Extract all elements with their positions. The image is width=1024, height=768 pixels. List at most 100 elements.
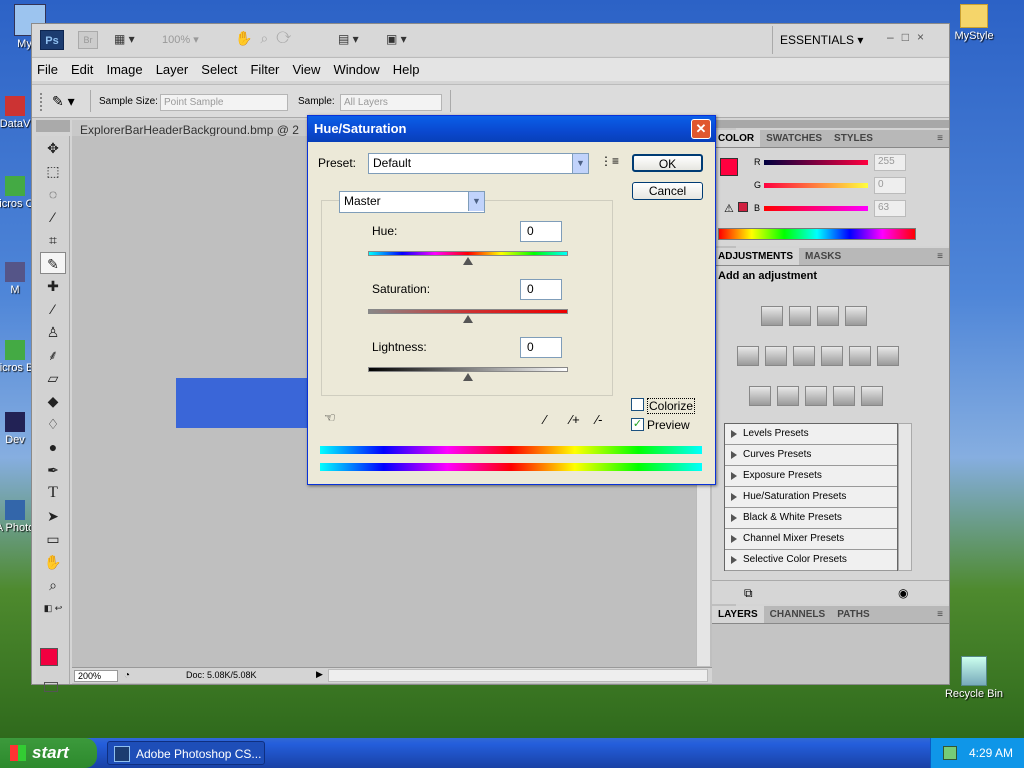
zoom-tool-icon[interactable]: ⌕ (40, 574, 66, 596)
path-select-tool-icon[interactable]: ➤ (40, 505, 66, 527)
saturation-slider-thumb[interactable] (463, 315, 473, 323)
panel-menu-icon[interactable]: ≡ (931, 248, 949, 265)
brush-tool-icon[interactable]: ⁄ (40, 298, 66, 320)
lasso-tool-icon[interactable]: ◌ (40, 183, 66, 205)
bridge-icon[interactable]: Br (78, 31, 98, 49)
menu-filter[interactable]: Filter (245, 58, 284, 81)
window-controls[interactable]: –□× (887, 30, 932, 44)
preview-label[interactable]: Preview (647, 418, 690, 432)
healing-brush-tool-icon[interactable]: ✚ (40, 275, 66, 297)
menu-edit[interactable]: Edit (66, 58, 98, 81)
sample-select[interactable]: All Layers (340, 94, 442, 111)
levels-icon[interactable] (789, 306, 811, 326)
menu-help[interactable]: Help (388, 58, 425, 81)
status-zoom[interactable]: 200% (74, 670, 118, 682)
lightness-slider[interactable] (368, 367, 568, 372)
desktop-icon-recycle-bin[interactable]: Recycle Bin (940, 656, 1008, 700)
black-white-icon[interactable] (821, 346, 843, 366)
vibrance-icon[interactable] (737, 346, 759, 366)
sample-size-select[interactable]: Point Sample (160, 94, 288, 111)
eyedropper-subtract-icon[interactable]: ⁄- (596, 412, 603, 427)
preset-hue-saturation[interactable]: Hue/Saturation Presets (725, 487, 897, 508)
preset-black-white[interactable]: Black & White Presets (725, 508, 897, 529)
taskbar-item-photoshop[interactable]: Adobe Photoshop CS... (107, 741, 265, 765)
colorize-label[interactable]: Colorize (647, 398, 696, 414)
color-ramp[interactable] (718, 228, 916, 240)
preset-options-icon[interactable]: ⋮≡ (600, 154, 619, 168)
ok-button[interactable]: OK (632, 154, 703, 172)
edit-range-select[interactable]: Master ▼ (339, 191, 485, 213)
channel-r-slider[interactable] (764, 160, 868, 165)
network-icon[interactable] (943, 746, 957, 760)
pen-tool-icon[interactable]: ✒ (40, 459, 66, 481)
presets-scrollbar[interactable] (898, 423, 912, 571)
hue-field[interactable]: 0 (520, 221, 562, 242)
cancel-button[interactable]: Cancel (632, 182, 703, 200)
channel-g-field[interactable]: 0 (874, 177, 906, 194)
clip-to-layer-icon[interactable]: ⧉ (744, 586, 753, 601)
dodge-tool-icon[interactable]: ● (40, 436, 66, 458)
zoom-level-field[interactable]: 100% ▾ (162, 33, 199, 46)
maximize-icon[interactable]: □ (902, 30, 917, 44)
arrange-documents-icon[interactable]: ▤ ▾ (338, 32, 359, 46)
menu-select[interactable]: Select (196, 58, 242, 81)
status-arrow-icon[interactable]: ▶ (316, 669, 323, 680)
dialog-close-button[interactable]: ✕ (691, 119, 711, 139)
preset-exposure[interactable]: Exposure Presets (725, 466, 897, 487)
tab-adjustments[interactable]: ADJUSTMENTS (712, 248, 800, 265)
gradient-map-icon[interactable] (833, 386, 855, 406)
paint-bucket-tool-icon[interactable]: ◆ (40, 390, 66, 412)
preset-channel-mixer[interactable]: Channel Mixer Presets (725, 529, 897, 550)
screen-mode-icon[interactable]: ▣ ▾ (386, 32, 407, 46)
menu-view[interactable]: View (287, 58, 325, 81)
channel-mixer-icon[interactable] (877, 346, 899, 366)
selective-color-icon[interactable] (861, 386, 883, 406)
eyedropper-preset-icon[interactable]: ✎ ▾ (52, 93, 75, 110)
eyedropper-add-icon[interactable]: ⁄+ (570, 412, 580, 427)
close-icon[interactable]: × (917, 30, 932, 44)
horizontal-scrollbar[interactable] (328, 669, 708, 682)
minimize-icon[interactable]: – (887, 30, 902, 44)
posterize-icon[interactable] (777, 386, 799, 406)
channel-b-field[interactable]: 63 (874, 200, 906, 217)
brightness-contrast-icon[interactable] (761, 306, 783, 326)
channel-b-slider[interactable] (764, 206, 868, 211)
tab-styles[interactable]: STYLES (828, 130, 879, 147)
quick-mask-icon[interactable] (44, 682, 58, 692)
curves-icon[interactable] (817, 306, 839, 326)
blur-tool-icon[interactable]: ♢ (40, 413, 66, 435)
eyedropper-tool-icon[interactable]: ✎ (40, 252, 66, 274)
photo-filter-icon[interactable] (849, 346, 871, 366)
start-button[interactable]: start (0, 738, 97, 768)
shape-tool-icon[interactable]: ▭ (40, 528, 66, 550)
hue-slider[interactable] (368, 251, 568, 256)
lightness-field[interactable]: 0 (520, 337, 562, 358)
preview-checkbox[interactable]: ✓ (631, 418, 644, 431)
preset-levels[interactable]: Levels Presets (725, 424, 897, 445)
panel-menu-icon[interactable]: ≡ (931, 606, 949, 623)
menu-file[interactable]: File (32, 58, 63, 81)
exposure-icon[interactable] (845, 306, 867, 326)
swap-colors-icon[interactable]: ◧ ↩ (40, 597, 66, 619)
gamut-color-swatch[interactable] (738, 202, 748, 212)
tab-swatches[interactable]: SWATCHES (760, 130, 828, 147)
view-extras-icon[interactable]: ▦ ▾ (114, 32, 148, 48)
color-balance-icon[interactable] (793, 346, 815, 366)
tab-layers[interactable]: LAYERS (712, 606, 764, 623)
desktop-icon-mystyle[interactable]: MyStyle (944, 4, 1004, 42)
dialog-title-bar[interactable]: Hue/Saturation (308, 116, 715, 142)
colorize-checkbox[interactable] (631, 398, 644, 411)
lightness-slider-thumb[interactable] (463, 373, 473, 381)
tab-color[interactable]: COLOR (712, 130, 761, 147)
invert-icon[interactable] (749, 386, 771, 406)
saturation-field[interactable]: 0 (520, 279, 562, 300)
targeted-adjustment-icon[interactable]: ☜ (324, 410, 336, 426)
move-tool-icon[interactable]: ✥ (40, 137, 66, 159)
marquee-tool-icon[interactable]: ⬚ (40, 160, 66, 182)
channel-g-slider[interactable] (764, 183, 868, 188)
crop-tool-icon[interactable]: ⌗ (40, 229, 66, 251)
hand-zoom-rotate-icons[interactable]: ✋⌕⟳ (235, 30, 299, 47)
preset-curves[interactable]: Curves Presets (725, 445, 897, 466)
eraser-tool-icon[interactable]: ▱ (40, 367, 66, 389)
hue-slider-thumb[interactable] (463, 257, 473, 265)
